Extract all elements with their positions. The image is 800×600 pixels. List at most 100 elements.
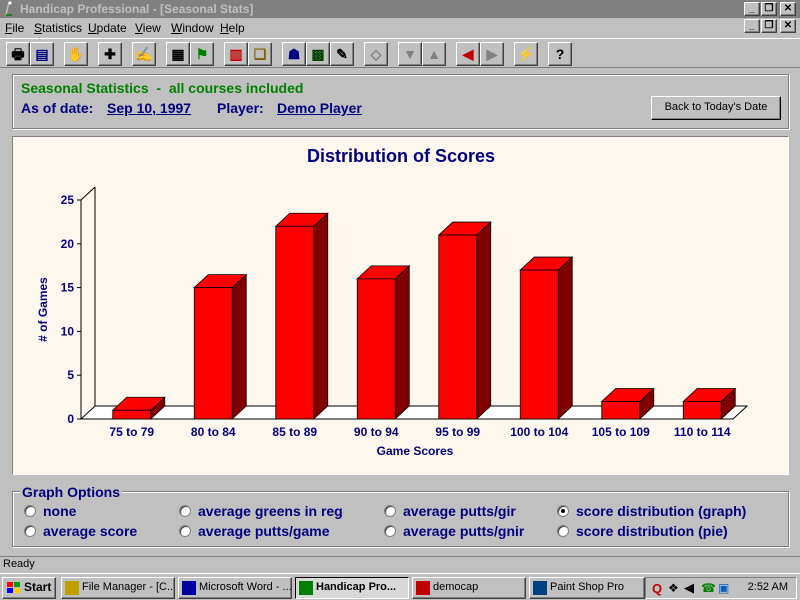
radio-button-icon[interactable] xyxy=(24,505,36,517)
print-button[interactable]: 🖶 xyxy=(6,42,30,66)
display-icon[interactable]: ▣ xyxy=(718,581,729,595)
bar-chart-button[interactable]: ▥ xyxy=(224,42,248,66)
radio-button-icon[interactable] xyxy=(179,525,191,537)
taskbar: Start File Manager - [C... Microsoft Word… xyxy=(0,573,800,600)
network-icon[interactable]: ☎ xyxy=(701,581,716,595)
stop-hand-button[interactable]: ✋ xyxy=(64,42,88,66)
task-label: Handicap Pro... xyxy=(316,581,397,593)
volume-icon[interactable]: ◀ xyxy=(684,580,694,596)
menu-statistics[interactable]: Statistics xyxy=(34,21,82,35)
start-label: Start xyxy=(24,580,52,594)
radio-option[interactable]: average putts/gnir xyxy=(384,523,524,539)
down-arrow-button[interactable]: ▼ xyxy=(398,42,422,66)
child-close-button[interactable]: ✕ xyxy=(780,19,796,33)
radio-button-icon[interactable] xyxy=(384,505,396,517)
radio-button-icon[interactable] xyxy=(179,505,191,517)
scorecard-icon: ▤ xyxy=(35,46,49,62)
file-manager-icon xyxy=(65,581,79,595)
bar-side xyxy=(231,273,247,420)
y-tick-label: 25 xyxy=(61,193,75,207)
back-to-today-button[interactable]: Back to Today's Date xyxy=(651,96,781,120)
bar-side xyxy=(394,264,410,420)
radio-option[interactable]: average putts/game xyxy=(179,523,330,539)
menu-window[interactable]: Window xyxy=(171,21,214,35)
bar xyxy=(438,234,478,420)
menu-bar: File Statistics Update View Window Help xyxy=(0,18,800,37)
x-tick-label: 80 to 84 xyxy=(191,425,236,439)
handshake-button[interactable]: ✍ xyxy=(132,42,156,66)
clock[interactable]: 2:52 AM xyxy=(748,581,788,593)
edit-note-icon: ✎ xyxy=(336,46,348,62)
taskbar-task[interactable]: democap xyxy=(412,577,526,599)
menu-file[interactable]: File xyxy=(5,21,24,35)
tray-app-icon[interactable]: ❖ xyxy=(668,581,679,595)
radio-button-icon[interactable] xyxy=(384,525,396,537)
stats-title: Seasonal Statistics - all courses includ… xyxy=(21,80,304,96)
add-score-button[interactable]: ✚ xyxy=(98,42,122,66)
y-tick-label: 10 xyxy=(61,324,75,338)
scorecard-button[interactable]: ▤ xyxy=(30,42,54,66)
help-question-icon: ? xyxy=(555,46,565,62)
bar-side xyxy=(313,212,329,420)
up-arrow-button[interactable]: ▲ xyxy=(422,42,446,66)
taskbar-task[interactable]: Paint Shop Pro xyxy=(529,577,645,599)
status-text: Ready xyxy=(3,558,35,570)
radio-option[interactable]: average putts/gir xyxy=(384,503,516,519)
status-bar: Ready xyxy=(0,556,800,572)
taskbar-task[interactable]: Handicap Pro... xyxy=(295,577,409,599)
radio-label: score distribution (graph) xyxy=(576,503,747,519)
help-question-button[interactable]: ? xyxy=(548,42,572,66)
windows-logo-icon xyxy=(7,582,20,593)
q-tray-icon[interactable]: Q xyxy=(652,581,662,596)
radio-label: none xyxy=(43,503,77,519)
golfer-app-icon xyxy=(5,1,12,16)
as-of-date-label: As of date: xyxy=(21,100,94,116)
calendar-button[interactable]: ▦ xyxy=(166,42,190,66)
y-tick-label: 15 xyxy=(61,281,75,295)
restore-button[interactable]: ❐ xyxy=(761,2,777,16)
taskbar-task[interactable]: File Manager - [C... xyxy=(61,577,175,599)
title-bar[interactable]: Handicap Professional - [Seasonal Stats]… xyxy=(0,0,800,18)
folders-icon: ❏ xyxy=(253,46,267,62)
radio-option[interactable]: score distribution (graph) xyxy=(557,503,746,519)
lightning-button[interactable]: ⚡ xyxy=(514,42,538,66)
radio-label: average putts/gnir xyxy=(403,523,525,539)
left-arrow-button[interactable]: ◀ xyxy=(456,42,480,66)
y-tick-label: 0 xyxy=(67,412,74,426)
eraser-button[interactable]: ◇ xyxy=(364,42,388,66)
radio-option[interactable]: average score xyxy=(24,523,137,539)
x-tick-label: 105 to 109 xyxy=(592,425,650,439)
x-tick-label: 95 to 99 xyxy=(435,425,480,439)
menu-view[interactable]: View xyxy=(135,21,161,35)
child-minimize-button[interactable]: _ xyxy=(744,19,760,33)
flag-icon: ⚑ xyxy=(195,46,209,62)
radio-label: average score xyxy=(43,523,138,539)
folders-button[interactable]: ❏ xyxy=(248,42,272,66)
radio-option[interactable]: none xyxy=(24,503,76,519)
task-label: Paint Shop Pro xyxy=(550,581,624,593)
runner-button[interactable]: ☗ xyxy=(282,42,306,66)
right-arrow-icon: ▶ xyxy=(486,46,498,62)
eraser-icon: ◇ xyxy=(370,46,382,62)
start-button[interactable]: Start xyxy=(2,577,56,599)
close-button[interactable]: ✕ xyxy=(780,2,796,16)
as-of-date-value[interactable]: Sep 10, 1997 xyxy=(107,100,191,116)
flag-button[interactable]: ⚑ xyxy=(190,42,214,66)
child-restore-button[interactable]: ❐ xyxy=(761,19,777,33)
print-icon: 🖶 xyxy=(11,46,25,62)
radio-option[interactable]: score distribution (pie) xyxy=(557,523,728,539)
taskbar-task[interactable]: Microsoft Word - ... xyxy=(178,577,292,599)
bar-chart-icon: ▥ xyxy=(229,46,243,62)
course-map-button[interactable]: ▩ xyxy=(306,42,330,66)
edit-note-button[interactable]: ✎ xyxy=(330,42,354,66)
radio-button-icon[interactable] xyxy=(557,505,569,517)
minimize-button[interactable]: _ xyxy=(744,2,760,16)
left-arrow-icon: ◀ xyxy=(462,46,474,62)
menu-update[interactable]: Update xyxy=(88,21,127,35)
radio-option[interactable]: average greens in reg xyxy=(179,503,343,519)
radio-button-icon[interactable] xyxy=(24,525,36,537)
player-value[interactable]: Demo Player xyxy=(277,100,362,116)
radio-button-icon[interactable] xyxy=(557,525,569,537)
right-arrow-button[interactable]: ▶ xyxy=(480,42,504,66)
menu-help[interactable]: Help xyxy=(220,21,245,35)
